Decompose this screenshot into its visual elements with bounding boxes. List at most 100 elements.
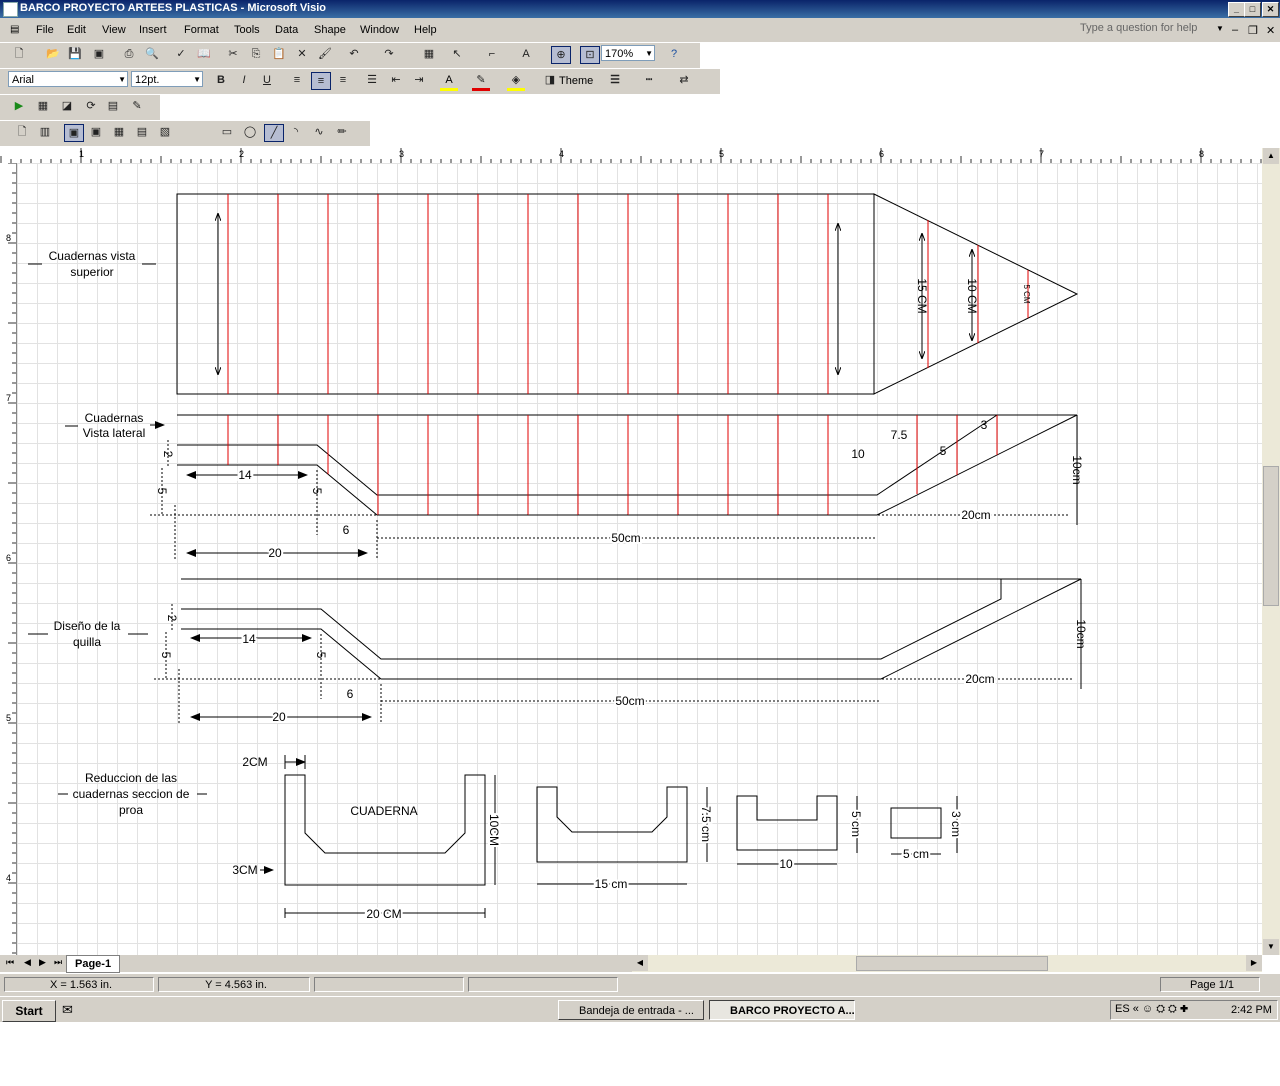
data-graphics-icon[interactable]: ◪ [58,98,76,114]
line-color-icon[interactable]: ✎ [472,72,490,91]
freeform-tool-icon[interactable]: ∿ [310,124,328,140]
menu-format[interactable]: Format [184,24,219,36]
drawing-canvas[interactable]: Cuadernas vista superior 15 CM 10 CM 5 C… [17,163,1262,955]
help-icon[interactable]: ? [665,46,683,62]
redo-icon[interactable]: ↷ [380,46,398,62]
ellipse-tool-icon[interactable]: ◯ [241,124,259,140]
run-icon[interactable]: ▶ [10,98,28,114]
quicklaunch-outlook-icon[interactable]: ✉ [62,1002,73,1018]
shapes-icon[interactable]: ▦ [420,46,438,62]
first-page-icon[interactable]: ⏮ [6,957,14,968]
arc-tool-icon[interactable]: ◝ [287,124,305,140]
edit-data-icon[interactable]: ✎ [128,98,146,114]
cut-icon[interactable]: ✂ [224,46,242,62]
data-window-icon[interactable]: ▤ [104,98,122,114]
menu-tools[interactable]: Tools [234,24,260,36]
connection-point-icon[interactable]: ⊕ [551,46,571,64]
help-search-input[interactable]: Type a question for help [1080,22,1226,38]
print-icon[interactable]: ⎙ [120,46,138,62]
research-icon[interactable]: 📖 [195,46,213,62]
font-name-field[interactable]: Arial ▼ [8,71,128,87]
scroll-left-button[interactable]: ◀ [632,955,648,971]
scroll-up-button[interactable]: ▲ [1263,148,1279,164]
menu-window[interactable]: Window [360,24,399,36]
vertical-scroll-thumb[interactable] [1263,466,1279,606]
layout-1-icon[interactable]: ▣ [64,124,84,142]
task-barco[interactable]: BARCO PROYECTO A... [709,1000,855,1020]
line-tool-icon[interactable]: ╱ [264,124,284,142]
font-color-icon[interactable]: A [440,72,458,91]
print-preview-icon[interactable]: 🔍 [143,46,161,62]
horizontal-scroll-thumb[interactable] [856,956,1048,971]
menu-edit[interactable]: Edit [67,24,86,36]
tray-icons[interactable]: ES « ☺ ⛭ ⛭ ✚ [1115,1003,1188,1016]
close-button[interactable]: ✕ [1262,2,1279,17]
theme-button[interactable]: Theme [559,75,593,87]
menu-insert[interactable]: Insert [139,24,167,36]
help-dropdown-icon[interactable]: ▼ [1216,24,1224,33]
horizontal-ruler[interactable]: 1 2 3 4 5 6 7 8 [0,148,1280,164]
menu-view[interactable]: View [102,24,126,36]
task-bandeja[interactable]: Bandeja de entrada - ... [558,1000,704,1020]
layout-3-icon[interactable]: ▦ [110,124,128,140]
vertical-scrollbar[interactable]: ▲ ▼ [1262,148,1280,955]
vertical-ruler[interactable]: 8 7 6 5 4 [0,162,17,955]
bold-icon[interactable]: B [212,72,230,88]
fill-color-icon[interactable]: ◈ [507,72,525,91]
delete-icon[interactable]: ✕ [293,46,311,62]
pointer-tool-icon[interactable]: ↖ [448,46,466,62]
maximize-button[interactable]: □ [1244,2,1261,17]
menu-data[interactable]: Data [275,24,298,36]
background-page-icon[interactable]: ▥ [36,124,54,140]
paste-icon[interactable]: 📋 [270,46,288,62]
minimize-button[interactable]: _ [1228,2,1245,17]
line-ends-icon[interactable]: ⇄ [675,72,693,88]
doc-restore-button[interactable]: ❐ [1248,24,1258,37]
refresh-data-icon[interactable]: ⟳ [82,98,100,114]
new-icon[interactable]: 🗋 [10,46,28,62]
italic-icon[interactable]: I [235,72,253,88]
text-tool-icon[interactable]: A [517,46,535,62]
page-tab-1[interactable]: Page-1 [66,955,121,973]
page-icon[interactable]: 🗋 [13,124,31,140]
spelling-icon[interactable]: ✓ [172,46,190,62]
line-weight-icon[interactable]: ☰ [606,72,624,88]
top-view-drawing[interactable] [176,193,1079,395]
pan-zoom-icon[interactable]: ⊡ [580,46,600,64]
last-page-icon[interactable]: ⏭ [54,957,62,968]
pencil-tool-icon[interactable]: ✏ [333,124,351,140]
zoom-field[interactable]: 170% ▼ [601,45,655,61]
document-icon[interactable]: ▤ [10,24,19,35]
menu-help[interactable]: Help [414,24,437,36]
format-painter-icon[interactable]: 🖌 [316,46,334,62]
scroll-right-button[interactable]: ▶ [1246,955,1262,971]
undo-icon[interactable]: ↶ [345,46,363,62]
align-right-icon[interactable]: ≡ [334,72,352,88]
bullets-icon[interactable]: ☰ [363,72,381,88]
layout-4-icon[interactable]: ▤ [133,124,151,140]
align-left-icon[interactable]: ≡ [288,72,306,88]
save-icon[interactable]: 💾 [66,46,84,62]
menu-shape[interactable]: Shape [314,24,346,36]
underline-icon[interactable]: U [258,72,276,88]
copy-icon[interactable]: ⎘ [247,46,265,62]
doc-minimize-button[interactable]: – [1232,24,1238,36]
next-page-icon[interactable]: ▶ [39,957,46,968]
connector-tool-icon[interactable]: ⌐ [483,46,501,62]
open-icon[interactable]: 📂 [44,46,62,62]
layout-5-icon[interactable]: ▧ [156,124,174,140]
prev-page-icon[interactable]: ◀ [24,957,31,968]
start-button[interactable]: Start [2,1000,56,1022]
theme-icon[interactable]: ◨ [541,72,559,88]
doc-close-button[interactable]: ✕ [1266,24,1275,37]
align-center-icon[interactable]: ≡ [311,72,331,90]
decrease-indent-icon[interactable]: ⇤ [387,72,405,88]
layout-2-icon[interactable]: ▣ [87,124,105,140]
horizontal-scrollbar[interactable]: ◀ ▶ [632,955,1262,972]
permission-icon[interactable]: ▣ [90,46,108,62]
rectangle-tool-icon[interactable]: ▭ [218,124,236,140]
line-pattern-icon[interactable]: ┅ [640,72,658,88]
increase-indent-icon[interactable]: ⇥ [410,72,428,88]
menu-file[interactable]: File [36,24,54,36]
link-data-icon[interactable]: ▦ [34,98,52,114]
